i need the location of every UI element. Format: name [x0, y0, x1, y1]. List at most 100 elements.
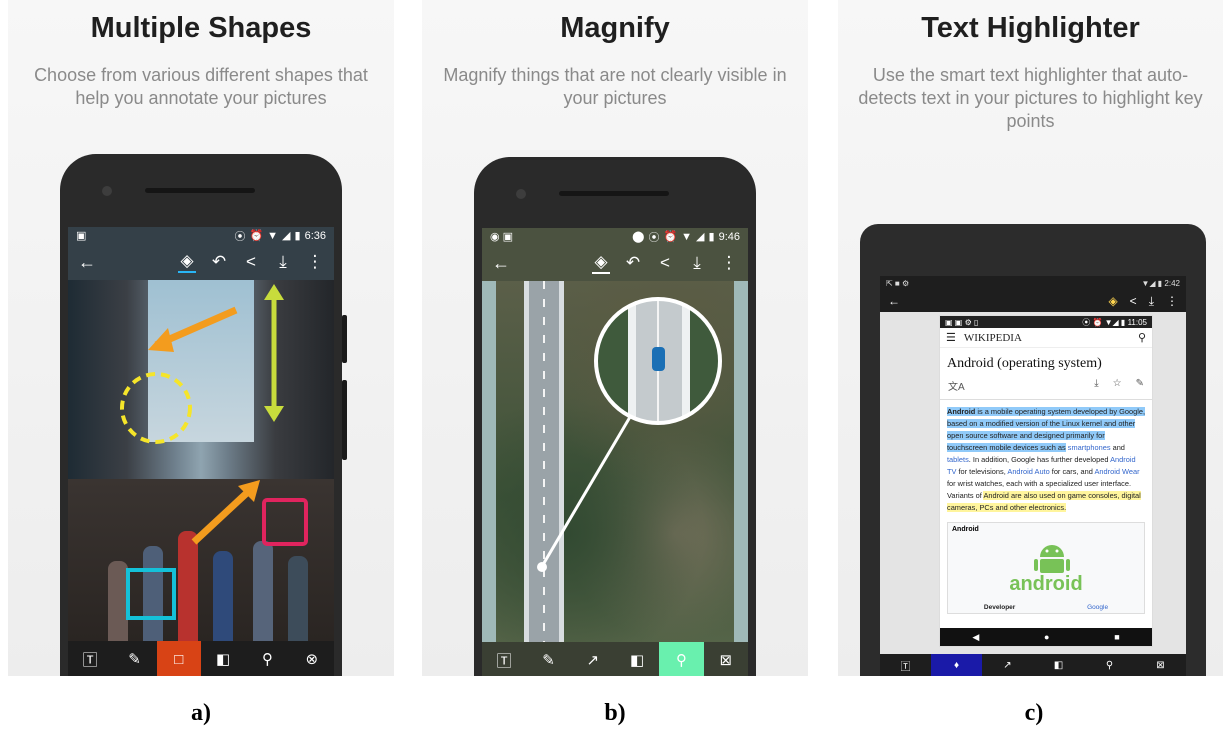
green-arrow-head-bottom[interactable] — [264, 406, 284, 422]
magnified-photo[interactable] — [482, 281, 748, 642]
text-tool-icon[interactable]: 🅃 — [482, 642, 526, 676]
tool-bar: 🅃 ✎ ↗ ◧ ⚲ ⊠ — [482, 642, 748, 676]
magnify-tool-icon[interactable]: ⚲ — [1084, 654, 1135, 676]
toolbar-actions: ◈ < ⤓ ⋮ — [1108, 294, 1178, 309]
inner-status-icons: ⦿ ⏰ ▼◢ ▮ 11:05 — [1082, 317, 1147, 327]
magnify-tool-icon[interactable]: ⚲ — [659, 642, 704, 676]
developer-label: Developer — [983, 604, 1016, 611]
tablet-screen: ⇱ ■ ⚙ ▼◢ ▮ 2:42 ← ◈ < ⤓ ⋮ ▣ ▣ ⚙ ▯ ⦿ ⏰ ▼◢… — [880, 276, 1186, 676]
more-options-icon[interactable]: ⋮ — [306, 252, 324, 272]
orange-arrow-head[interactable] — [148, 328, 174, 352]
download-icon: ⤓ — [1094, 378, 1099, 389]
link-android-auto: Android Auto — [1007, 467, 1050, 476]
android-logo-word: android — [1009, 573, 1083, 595]
signal-icon: ◢ — [696, 231, 705, 243]
hamburger-menu-icon: ☰ — [946, 332, 956, 344]
rectangle-tool-icon[interactable]: □ — [156, 641, 201, 676]
green-arrow-head-top[interactable] — [264, 284, 284, 300]
panel-magnify: Magnify Magnify things that are not clea… — [422, 0, 808, 676]
wikipedia-logo: WIKIPEDIA — [963, 331, 1022, 344]
inner-status-time: 11:05 — [1127, 317, 1147, 327]
editor-toolbar: ← ◈ < ⤓ ⋮ — [880, 290, 1186, 312]
text-tool-icon[interactable]: 🅃 — [68, 641, 112, 676]
magnify-tool-icon[interactable]: ⚲ — [245, 641, 289, 676]
paint-bucket-icon[interactable]: ◈ — [592, 252, 610, 274]
status-time: 9:46 — [718, 230, 740, 243]
download-icon[interactable]: ⤓ — [688, 253, 706, 273]
status-bar: ⇱ ■ ⚙ ▼◢ ▮ 2:42 — [880, 276, 1186, 290]
caption-c: c) — [1024, 700, 1044, 726]
dashed-yellow-circle[interactable] — [120, 372, 192, 444]
location-icon: ⬤ — [632, 231, 645, 243]
paint-bucket-icon[interactable]: ◈ — [178, 251, 196, 273]
tool-bar: 🅃 ♦ ↗ ◧ ⚲ ⊠ — [880, 654, 1186, 676]
vibrate-icon: ⦿ — [648, 231, 660, 244]
infobox-row: Developer Google — [948, 604, 1144, 611]
panel-subtitle: Magnify things that are not clearly visi… — [443, 65, 787, 108]
phone-frame: ◉ ▣ ⬤ ⦿ ⏰ ▼ ◢ ▮ 9:46 ← ◈ ↶ < ⤓ ⋮ 🅃 ✎ ↗ ◧… — [474, 157, 756, 676]
link-smartphones: smartphones — [1067, 443, 1111, 452]
download-icon[interactable]: ⤓ — [274, 252, 292, 272]
more-options-icon[interactable]: ⋮ — [1166, 294, 1178, 309]
panel-multiple-shapes: Multiple Shapes Choose from various diff… — [8, 0, 394, 676]
editor-toolbar: ← ◈ ↶ < ⤓ ⋮ — [68, 244, 334, 280]
status-icons: ▼◢ ▮ 2:42 — [1141, 278, 1181, 288]
download-icon[interactable]: ⤓ — [1149, 294, 1154, 309]
mask-tool-icon[interactable]: ◧ — [615, 642, 659, 676]
share-icon[interactable]: < — [242, 252, 260, 272]
text-fragment: for televisions, — [956, 467, 1008, 476]
nav-recents-icon: ■ — [1114, 632, 1120, 642]
undo-icon[interactable]: ↶ — [210, 252, 228, 272]
panel-title: Multiple Shapes — [90, 12, 312, 44]
mask-tool-icon[interactable]: ◧ — [201, 641, 245, 676]
more-options-icon[interactable]: ⋮ — [720, 253, 738, 273]
magnifier-pointer-line[interactable] — [542, 416, 632, 564]
pencil-tool-icon[interactable]: ✎ — [112, 641, 156, 676]
orange-arrow-2-shaft[interactable] — [191, 487, 253, 545]
search-icon: ⚲ — [1137, 332, 1146, 344]
infobox-title: Android — [952, 526, 979, 533]
back-arrow-icon[interactable]: ← — [492, 253, 522, 274]
text-tool-icon[interactable]: 🅃 — [880, 654, 931, 676]
back-arrow-icon[interactable]: ← — [888, 294, 900, 308]
blur-tool-icon[interactable]: ⊠ — [704, 642, 748, 676]
paint-bucket-icon[interactable]: ◈ — [1108, 294, 1117, 309]
magnifier-annotation — [537, 297, 722, 572]
caption-b: b) — [604, 700, 626, 726]
notification-icon: ▣ — [76, 230, 87, 242]
text-fragment: . In addition, Google has further develo… — [968, 455, 1111, 464]
inner-notification-icons: ▣ ▣ ⚙ ▯ — [945, 317, 979, 327]
back-arrow-icon[interactable]: ← — [78, 252, 108, 273]
tool-bar: 🅃 ✎ □ ◧ ⚲ ⊗ — [68, 641, 334, 676]
share-icon[interactable]: < — [656, 253, 674, 273]
status-time: 2:42 — [1164, 278, 1180, 288]
text-fragment: and — [1110, 443, 1125, 452]
pencil-tool-icon[interactable]: ✎ — [526, 642, 570, 676]
annotated-photo[interactable] — [68, 280, 334, 641]
notification-icon: ◉ ▣ — [490, 231, 514, 243]
battery-icon: ▮ — [708, 231, 715, 243]
cyan-rectangle[interactable] — [126, 568, 176, 620]
pink-rectangle[interactable] — [262, 498, 308, 546]
mask-tool-icon[interactable]: ◧ — [1033, 654, 1084, 676]
earpiece — [145, 188, 255, 193]
arrow-tool-icon[interactable]: ↗ — [982, 654, 1033, 676]
magnifier-anchor[interactable] — [537, 562, 547, 572]
highlighter-tool-icon[interactable]: ♦ — [931, 654, 982, 676]
arrow-tool-icon[interactable]: ↗ — [571, 642, 615, 676]
translate-icon: 文A — [948, 382, 965, 393]
wikipedia-screenshot[interactable]: ▣ ▣ ⚙ ▯ ⦿ ⏰ ▼◢ ▮ 11:05 ☰ WIKIPEDIA ⚲ And… — [940, 316, 1152, 646]
undo-icon[interactable]: ↶ — [624, 253, 642, 273]
wifi-icon: ▼ — [681, 230, 693, 243]
power-button — [342, 380, 347, 460]
alarm-icon: ⏰ — [249, 230, 264, 242]
toolbar-actions: ◈ ↶ < ⤓ ⋮ — [592, 252, 738, 274]
blur-tool-icon[interactable]: ⊠ — [1135, 654, 1186, 676]
status-bar: ▣ ⦿ ⏰ ▼ ◢ ▮ 6:36 — [68, 227, 334, 244]
status-bar: ◉ ▣ ⬤ ⦿ ⏰ ▼ ◢ ▮ 9:46 — [482, 228, 748, 245]
share-icon[interactable]: < — [1130, 294, 1137, 309]
alarm-icon: ⏰ — [663, 231, 678, 243]
blur-tool-icon[interactable]: ⊗ — [290, 641, 334, 676]
link-android-wear: Android Wear — [1094, 467, 1140, 476]
signal-icon: ◢ — [282, 230, 291, 242]
